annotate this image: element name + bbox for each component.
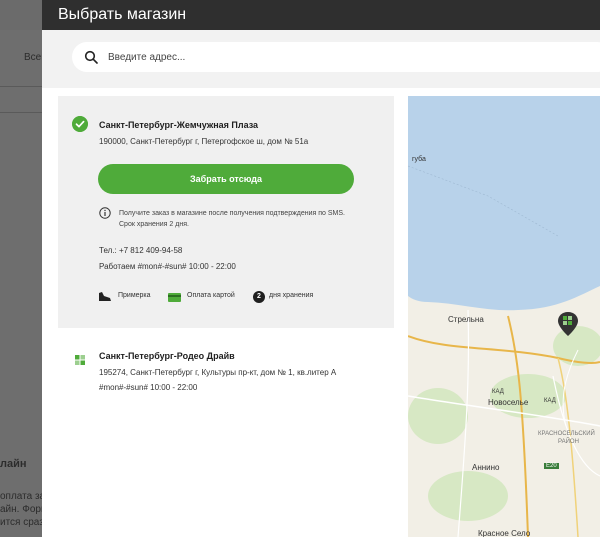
search-box[interactable] (72, 42, 600, 72)
map-label: Стрельна (448, 315, 484, 324)
map-label: Красное Село (478, 529, 531, 537)
map-label: Новоселье (488, 398, 529, 407)
feature-fitting: Примерка (118, 292, 151, 299)
search-bar (42, 30, 600, 88)
modal-title: Выбрать магазин (58, 6, 187, 23)
store-hours: #mon#-#sun# 10:00 - 22:00 (99, 383, 198, 392)
background-divider (0, 112, 42, 113)
map-label: РАЙОН (558, 439, 579, 445)
pickup-note: Получите заказ в магазине после получени… (119, 208, 345, 230)
feature-card-payment: Оплата картой (187, 292, 235, 299)
info-icon (99, 207, 111, 219)
store-hours: Работаем #mon#-#sun# 10:00 - 22:00 (99, 262, 236, 271)
storage-days-badge: 2 (253, 291, 265, 303)
check-icon (72, 116, 88, 132)
search-icon (84, 50, 98, 64)
store-map[interactable]: губа Стрельна КАД Новоселье КАД КРАСНОСЕ… (408, 96, 600, 537)
map-label: губа (412, 156, 426, 163)
pickup-button[interactable]: Забрать отсюда (98, 164, 354, 194)
map-label: Аннино (472, 463, 500, 472)
background-divider (0, 86, 42, 87)
store-name: Санкт-Петербург-Родео Драйв (99, 351, 235, 361)
store-logo-icon (75, 355, 85, 365)
pickup-note-line: Срок хранения 2 дня. (119, 221, 189, 228)
map-road-badge: E20 (544, 463, 559, 469)
map-label: КАД (544, 398, 556, 404)
map-label: КРАСНОСЕЛЬСКИЙ (538, 431, 595, 437)
store-picker-modal: Выбрать магазин Санкт-Петербург-Жемчужна… (42, 0, 600, 537)
shoe-icon (99, 292, 111, 301)
feature-storage: дня хранения (269, 292, 314, 299)
store-phone: Тел.: +7 812 409-94-58 (99, 246, 183, 255)
map-canvas (408, 96, 600, 537)
search-input[interactable] (108, 42, 588, 72)
map-label: КАД (492, 389, 504, 395)
background-heading: лайн (0, 458, 27, 470)
store-card-selected[interactable]: Санкт-Петербург-Жемчужная Плаза 190000, … (58, 96, 394, 328)
pickup-note-line: Получите заказ в магазине после получени… (119, 210, 346, 217)
store-address: 195274, Санкт-Петербург г, Культуры пр-к… (99, 368, 337, 377)
store-address: 190000, Санкт-Петербург г, Петергофское … (99, 137, 309, 146)
modal-header: Выбрать магазин (42, 0, 600, 30)
store-name: Санкт-Петербург-Жемчужная Плаза (99, 120, 259, 130)
card-icon (168, 293, 181, 302)
